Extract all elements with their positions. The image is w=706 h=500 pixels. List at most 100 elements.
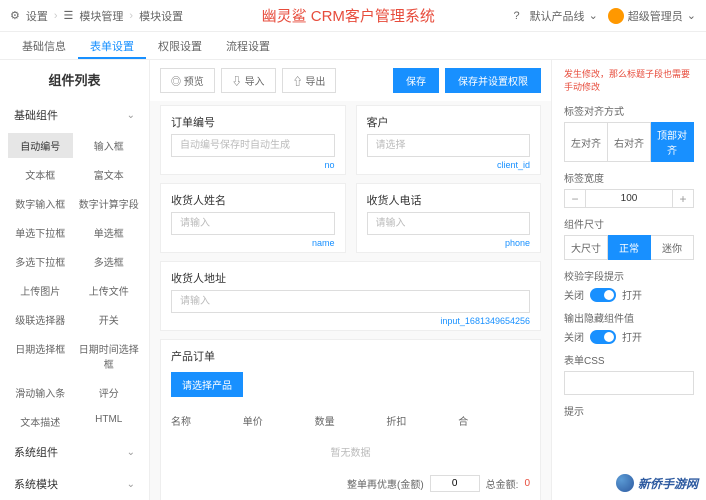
comp-number-input[interactable]: 数字输入框: [8, 191, 73, 216]
comp-multiselect[interactable]: 多选下拉框: [8, 249, 73, 274]
field-receiver-name[interactable]: 收货人姓名 name: [160, 183, 346, 253]
save-perm-button[interactable]: 保存并设置权限: [445, 68, 541, 93]
comp-rate[interactable]: 评分: [77, 380, 142, 405]
preview-button[interactable]: ◎ 预览: [160, 68, 215, 93]
sidebar-title: 组件列表: [0, 60, 149, 99]
user-menu[interactable]: 超级管理员 ⌄: [608, 8, 696, 24]
col-qty: 数量: [315, 413, 387, 428]
breadcrumb: ⚙ 设置 › ☰ 模块管理 › 模块设置: [10, 8, 183, 24]
watermark-icon: [616, 474, 634, 492]
import-button[interactable]: ⇩ 导入: [221, 68, 276, 93]
total-value: 0: [524, 478, 530, 489]
category-system-module[interactable]: 系统模块 ⌄: [0, 468, 149, 500]
chevron-right-icon: ›: [54, 10, 58, 22]
prop-validate-hint: 校验字段提示: [564, 268, 694, 283]
comp-radio[interactable]: 单选框: [77, 220, 142, 245]
step-minus-btn[interactable]: −: [564, 189, 586, 208]
field-id: phone: [367, 238, 531, 248]
comp-calc-field[interactable]: 数字计算字段: [77, 191, 142, 216]
align-top-btn[interactable]: 顶部对齐: [651, 122, 694, 162]
export-button[interactable]: ⇧ 导出: [282, 68, 337, 93]
breadcrumb-module-mgmt[interactable]: 模块管理: [79, 8, 123, 24]
prop-label-width: 标签宽度: [564, 170, 694, 185]
field-label: 收货人地址: [171, 270, 530, 286]
chevron-down-icon: ⌄: [687, 9, 696, 22]
align-right-btn[interactable]: 右对齐: [608, 122, 651, 162]
field-id: input_1681349654256: [171, 316, 530, 326]
comp-textarea[interactable]: 文本框: [8, 162, 73, 187]
field-id: no: [171, 160, 335, 170]
col-total: 合: [458, 413, 530, 428]
field-label: 收货人电话: [367, 192, 531, 208]
tab-permission-settings[interactable]: 权限设置: [146, 32, 214, 59]
help-icon[interactable]: ?: [513, 10, 519, 22]
receiver-phone-input[interactable]: [367, 212, 531, 235]
comp-switch[interactable]: 开关: [77, 307, 142, 332]
comp-cascader[interactable]: 级联选择器: [8, 307, 73, 332]
label-width-value[interactable]: 100: [586, 189, 672, 208]
size-normal-btn[interactable]: 正常: [608, 235, 651, 260]
field-product-order[interactable]: 产品订单 请选择产品 名称 单价 数量 折扣 合 暂无数据 整单再优惠(金额) …: [160, 339, 541, 500]
form-css-input[interactable]: [564, 371, 694, 395]
breadcrumb-settings[interactable]: 设置: [26, 8, 48, 24]
switch-off-label: 关闭: [564, 329, 584, 344]
col-name: 名称: [171, 413, 243, 428]
size-mini-btn[interactable]: 迷你: [651, 235, 694, 260]
comp-select[interactable]: 单选下拉框: [8, 220, 73, 245]
watermark: 新侨手游网: [616, 474, 698, 492]
tab-form-settings[interactable]: 表单设置: [78, 32, 146, 59]
comp-richtext[interactable]: 富文本: [77, 162, 142, 187]
field-label: 订单编号: [171, 114, 335, 130]
field-id: client_id: [367, 160, 531, 170]
label-width-stepper: − 100 +: [564, 189, 694, 208]
chevron-down-icon: ⌄: [127, 110, 135, 121]
comp-auto-number[interactable]: 自动编号: [8, 133, 73, 158]
comp-checkbox[interactable]: 多选框: [77, 249, 142, 274]
product-line-dropdown[interactable]: 默认产品线 ⌄: [530, 8, 598, 24]
tabs: 基础信息 表单设置 权限设置 流程设置: [0, 32, 706, 60]
tab-basic-info[interactable]: 基础信息: [10, 32, 78, 59]
chevron-down-icon: ⌄: [127, 447, 135, 458]
prop-label-align: 标签对齐方式: [564, 103, 694, 118]
field-label: 产品订单: [171, 348, 530, 364]
step-plus-btn[interactable]: +: [672, 189, 694, 208]
comp-size-group: 大尺寸 正常 迷你: [564, 235, 694, 260]
comp-text-desc[interactable]: 文本描述: [8, 409, 73, 434]
product-table-header: 名称 单价 数量 折扣 合: [171, 407, 530, 434]
field-customer[interactable]: 客户 client_id: [356, 105, 542, 175]
field-receiver-phone[interactable]: 收货人电话 phone: [356, 183, 542, 253]
prop-form-css: 表单CSS: [564, 352, 694, 367]
user-name: 超级管理员: [628, 8, 683, 24]
properties-panel: 发生修改，那么标题子段也需要手动修改 标签对齐方式 左对齐 右对齐 顶部对齐 标…: [551, 60, 706, 500]
tab-process-settings[interactable]: 流程设置: [214, 32, 282, 59]
comp-date-picker[interactable]: 日期选择框: [8, 336, 73, 376]
category-basic[interactable]: 基础组件 ⌄: [0, 99, 149, 131]
switch-on-label: 打开: [622, 329, 642, 344]
field-receiver-address[interactable]: 收货人地址 input_1681349654256: [160, 261, 541, 331]
chevron-down-icon: ⌄: [589, 9, 598, 22]
receiver-name-input[interactable]: [171, 212, 335, 235]
col-discount: 折扣: [386, 413, 458, 428]
category-system-comp[interactable]: 系统组件 ⌄: [0, 436, 149, 468]
comp-upload-file[interactable]: 上传文件: [77, 278, 142, 303]
comp-input[interactable]: 输入框: [77, 133, 142, 158]
align-left-btn[interactable]: 左对齐: [564, 122, 608, 162]
save-button[interactable]: 保存: [393, 68, 439, 93]
output-hidden-switch[interactable]: [590, 330, 616, 344]
validate-hint-switch[interactable]: [590, 288, 616, 302]
comp-slider[interactable]: 滑动输入条: [8, 380, 73, 405]
select-product-button[interactable]: 请选择产品: [171, 372, 243, 397]
comp-upload-image[interactable]: 上传图片: [8, 278, 73, 303]
size-large-btn[interactable]: 大尺寸: [564, 235, 608, 260]
table-empty: 暂无数据: [171, 434, 530, 469]
order-no-input[interactable]: [171, 134, 335, 157]
receiver-address-input[interactable]: [171, 290, 530, 313]
switch-on-label: 打开: [622, 287, 642, 302]
field-order-no[interactable]: 订单编号 no: [160, 105, 346, 175]
comp-datetime-picker[interactable]: 日期时间选择框: [77, 336, 142, 376]
label-align-group: 左对齐 右对齐 顶部对齐: [564, 122, 694, 162]
customer-select[interactable]: [367, 134, 531, 157]
discount-input[interactable]: [430, 475, 480, 492]
comp-html[interactable]: HTML: [77, 409, 142, 434]
prop-hint: 提示: [564, 403, 694, 418]
